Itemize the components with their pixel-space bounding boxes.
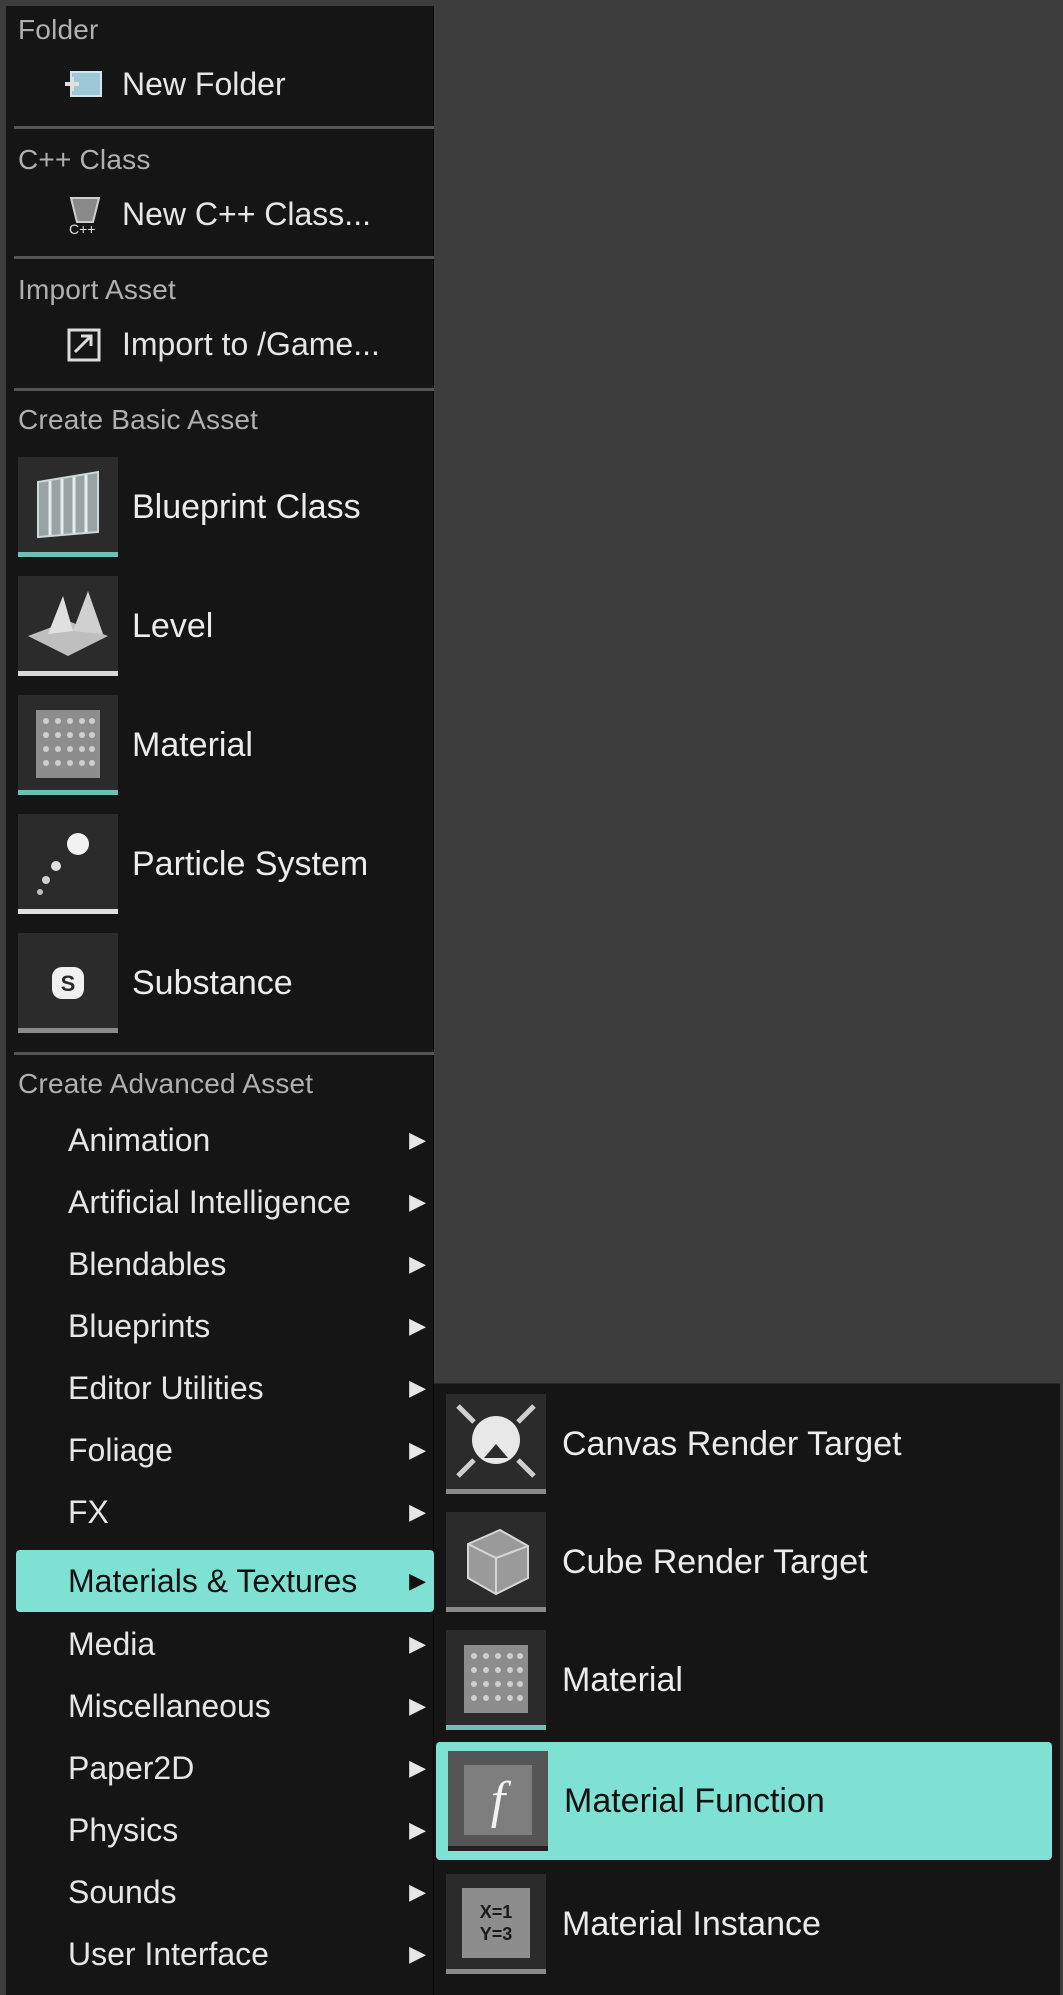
material-icon [18,695,118,795]
category-label: Physics [68,1811,179,1848]
category-label: Sounds [68,1873,177,1910]
svg-text:C++: C++ [69,221,95,236]
category-materials-textures[interactable]: Materials & Textures ▶ [16,1550,434,1612]
category-paper2d[interactable]: Paper2D ▶ [16,1739,434,1797]
category-label: Media [68,1625,156,1662]
cpp-class-icon: C++ [62,191,108,237]
category-label: Miscellaneous [68,1687,271,1724]
level-icon [18,576,118,676]
materials-textures-submenu: Canvas Render Target Cube Render Target [434,1383,1060,1995]
material-instance-icon: X=1 Y=3 [446,1874,546,1974]
category-user-interface[interactable]: User Interface ▶ [16,1925,434,1983]
category-label: Blendables [68,1245,227,1282]
submenu-item-material-function[interactable]: f Material Function [436,1742,1052,1860]
import-item[interactable]: Import to /Game... [62,316,422,372]
basic-asset-label: Particle System [132,844,369,883]
category-label: Foliage [68,1431,173,1468]
import-icon [62,321,108,367]
cube-render-target-icon [446,1512,546,1612]
category-editor-utilities[interactable]: Editor Utilities ▶ [16,1359,434,1417]
new-folder-label: New Folder [122,65,286,102]
divider [14,256,434,259]
chevron-right-icon: ▶ [409,1189,426,1214]
material-function-icon: f [448,1751,548,1851]
submenu-item-material-instance[interactable]: X=1 Y=3 Material Instance [434,1868,1054,1980]
svg-text:Y=3: Y=3 [480,1924,513,1944]
basic-asset-particle-system[interactable]: Particle System [18,808,428,920]
new-cpp-class-label: New C++ Class... [122,195,371,232]
chevron-right-icon: ▶ [409,1817,426,1842]
divider [14,1052,434,1055]
svg-text:S: S [61,971,76,996]
submenu-item-label: Cube Render Target [562,1542,868,1581]
new-cpp-class-item[interactable]: C++ New C++ Class... [62,186,422,242]
chevron-right-icon: ▶ [409,1127,426,1152]
category-label: Blueprints [68,1307,211,1344]
category-blendables[interactable]: Blendables ▶ [16,1235,434,1293]
context-menu: Folder New Folder C++ Class C++ New C++ … [6,6,434,1995]
chevron-right-icon: ▶ [409,1313,426,1338]
category-label: Editor Utilities [68,1369,264,1406]
canvas-render-target-icon [446,1394,546,1494]
blueprint-class-icon [18,457,118,557]
substance-icon: S [18,933,118,1033]
submenu-item-label: Material [562,1660,683,1699]
category-foliage[interactable]: Foliage ▶ [16,1421,434,1479]
import-label: Import to /Game... [122,325,380,362]
chevron-right-icon: ▶ [409,1631,426,1656]
basic-asset-material[interactable]: Material [18,689,428,801]
chevron-right-icon: ▶ [409,1879,426,1904]
submenu-item-cube-render-target[interactable]: Cube Render Target [434,1506,1054,1618]
basic-asset-substance[interactable]: S Substance [18,927,428,1039]
submenu-item-canvas-render-target[interactable]: Canvas Render Target [434,1388,1054,1500]
section-title-cpp: C++ Class [18,144,151,175]
basic-asset-label: Substance [132,963,293,1002]
chevron-right-icon: ▶ [409,1499,426,1524]
section-title-basic: Create Basic Asset [18,404,259,435]
category-media[interactable]: Media ▶ [16,1615,434,1673]
category-label: FX [68,1493,109,1530]
basic-asset-label: Material [132,725,253,764]
basic-asset-blueprint-class[interactable]: Blueprint Class [18,451,428,563]
basic-asset-level[interactable]: Level [18,570,428,682]
submenu-item-label: Canvas Render Target [562,1424,902,1463]
category-label: Artificial Intelligence [68,1183,351,1220]
chevron-right-icon: ▶ [409,1251,426,1276]
category-label: Animation [68,1121,211,1158]
chevron-right-icon: ▶ [409,1755,426,1780]
basic-asset-label: Blueprint Class [132,487,361,526]
category-blueprints[interactable]: Blueprints ▶ [16,1297,434,1355]
section-title-folder: Folder [18,14,99,45]
particle-system-icon [18,814,118,914]
chevron-right-icon: ▶ [409,1693,426,1718]
category-label: Paper2D [68,1749,195,1786]
category-label: Materials & Textures [68,1562,358,1599]
submenu-item-label: Material Instance [562,1904,821,1943]
material-icon [446,1630,546,1730]
chevron-right-icon: ▶ [409,1375,426,1400]
chevron-right-icon: ▶ [409,1941,426,1966]
submenu-item-material[interactable]: Material [434,1624,1054,1736]
chevron-right-icon: ▶ [409,1568,426,1593]
section-title-import: Import Asset [18,274,177,305]
category-animation[interactable]: Animation ▶ [16,1111,434,1169]
new-folder-item[interactable]: New Folder [62,56,422,112]
category-sounds[interactable]: Sounds ▶ [16,1863,434,1921]
svg-text:X=1: X=1 [480,1902,513,1922]
category-miscellaneous[interactable]: Miscellaneous ▶ [16,1677,434,1735]
category-physics[interactable]: Physics ▶ [16,1801,434,1859]
category-fx[interactable]: FX ▶ [16,1483,434,1541]
submenu-item-label: Material Function [564,1781,825,1820]
new-folder-icon [62,61,108,107]
chevron-right-icon: ▶ [409,1437,426,1462]
basic-asset-label: Level [132,606,214,645]
divider [14,388,434,391]
divider [14,126,434,129]
section-title-advanced: Create Advanced Asset [18,1068,314,1099]
category-label: User Interface [68,1935,269,1972]
category-artificial-intelligence[interactable]: Artificial Intelligence ▶ [16,1173,434,1231]
